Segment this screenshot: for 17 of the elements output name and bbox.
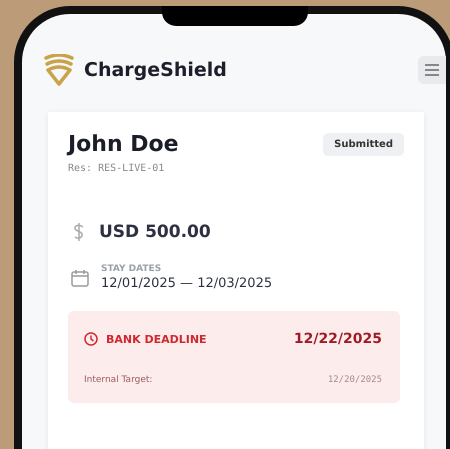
guest-name: John Doe [68,132,179,157]
internal-target-date: 12/20/2025 [328,375,382,385]
stay-dates-value: 12/01/2025 — 12/03/2025 [101,276,272,291]
deadline-date: 12/22/2025 [294,331,382,347]
charge-amount: USD 500.00 [99,222,211,242]
deadline-label: BANK DEADLINE [106,332,207,346]
brand-name: ChargeShield [84,59,227,81]
menu-icon [425,64,439,76]
clock-icon [84,332,98,346]
internal-target-label: Internal Target: [84,375,152,385]
stay-dates-label: STAY DATES [101,264,162,274]
reservation-id: Res: RES-LIVE-01 [68,163,166,174]
shield-logo-icon [44,54,74,86]
menu-button[interactable] [418,56,446,84]
status-badge: Submitted [323,133,404,156]
calendar-icon [71,268,89,286]
dollar-icon [73,222,85,242]
